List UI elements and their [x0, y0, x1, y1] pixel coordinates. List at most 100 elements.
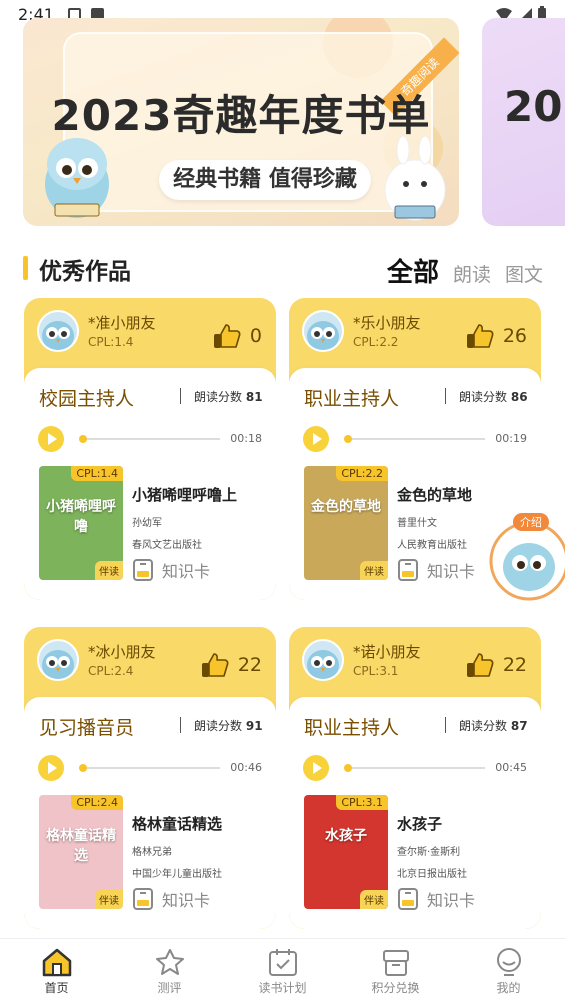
work-card-body: 职业主持人 朗读分数 87 00:45 水孩子 CPL:3.1 伴读 水孩子 查…	[289, 697, 541, 929]
book-cpl-badge: CPL:3.1	[336, 795, 388, 810]
like-count: 26	[502, 325, 527, 347]
audio-progress-track[interactable]	[344, 764, 485, 772]
reading-score: 朗读分数 86	[459, 390, 528, 404]
avatar[interactable]	[302, 310, 344, 352]
like-button[interactable]: 26	[465, 322, 527, 350]
owl-mascot-icon	[45, 138, 109, 218]
play-button[interactable]	[38, 755, 64, 781]
audio-player: 00:18	[38, 426, 262, 452]
nav-home[interactable]: 首页	[0, 939, 113, 1004]
book-cover[interactable]: 小猪唏哩呼噜 CPL:1.4 伴读	[39, 466, 123, 580]
audio-duration: 00:19	[495, 432, 527, 445]
book-title: 金色的草地	[397, 486, 473, 504]
reader-role: 职业主持人	[304, 717, 400, 739]
book-publisher: 中国少年儿童出版社	[132, 869, 222, 880]
work-card[interactable]: *诺小朋友 CPL:3.1 22 职业主持人 朗读分数 87 00:45 水孩子	[289, 627, 541, 929]
companion-read-badge: 伴读	[95, 561, 123, 580]
progress-handle[interactable]	[79, 764, 87, 772]
gift-box-icon	[382, 950, 409, 976]
book-cover[interactable]: 金色的草地 CPL:2.2 伴读	[304, 466, 388, 580]
like-count: 0	[249, 325, 262, 347]
avatar[interactable]	[37, 639, 79, 681]
book-cover[interactable]: 水孩子 CPL:3.1 伴读	[304, 795, 388, 909]
reading-score: 朗读分数 81	[194, 390, 263, 404]
work-card-body: 校园主持人 朗读分数 81 00:18 小猪唏哩呼噜 CPL:1.4 伴读 小猪…	[24, 368, 276, 600]
tab-all[interactable]: 全部	[387, 252, 439, 289]
knowledge-card-button[interactable]: 知识卡	[397, 558, 475, 582]
tab-reading[interactable]: 朗读	[453, 260, 491, 287]
user-cpl: CPL:1.4	[88, 335, 134, 349]
like-button[interactable]: 22	[200, 651, 262, 679]
work-card-body: 见习播音员 朗读分数 91 00:46 格林童话精选 CPL:2.4 伴读 格林…	[24, 697, 276, 929]
like-button[interactable]: 0	[212, 322, 262, 350]
banner-carousel-slide[interactable]: 奇趣阅读 2023奇趣年度书单 经典书籍 值得珍藏	[23, 18, 459, 226]
knowledge-card-button[interactable]: 知识卡	[132, 887, 210, 911]
bottom-navigation: 首页 测评 读书计划 积分兑换 我的	[0, 938, 565, 1004]
knowledge-card-label: 知识卡	[427, 562, 476, 581]
knowledge-card-icon	[398, 559, 418, 581]
reading-score-value: 87	[510, 719, 528, 733]
calendar-icon	[268, 949, 297, 976]
knowledge-card-button[interactable]: 知识卡	[397, 887, 475, 911]
work-card-header: *冰小朋友 CPL:2.4 22	[24, 627, 276, 699]
reader-role: 校园主持人	[39, 388, 135, 410]
like-button[interactable]: 22	[465, 651, 527, 679]
book-cover-text: 水孩子	[325, 828, 367, 844]
banner-subtitle: 经典书籍 值得珍藏	[159, 160, 371, 200]
book-cpl-badge: CPL:2.4	[71, 795, 123, 810]
audio-progress-track[interactable]	[344, 435, 485, 443]
avatar[interactable]	[302, 639, 344, 681]
book-cover[interactable]: 格林童话精选 CPL:2.4 伴读	[39, 795, 123, 909]
play-button[interactable]	[303, 426, 329, 452]
progress-handle[interactable]	[344, 764, 352, 772]
book-title: 小猪唏哩呼噜上	[132, 486, 238, 504]
book-cover-text: 格林童话精选	[46, 828, 116, 864]
progress-handle[interactable]	[79, 435, 87, 443]
audio-progress-track[interactable]	[79, 435, 220, 443]
filter-tabs: 全部 朗读 图文	[387, 252, 543, 289]
reading-score: 朗读分数 91	[194, 719, 263, 733]
banner-next-slide[interactable]: 20	[482, 18, 565, 226]
nav-points-exchange[interactable]: 积分兑换	[339, 939, 452, 1004]
work-card-header: *准小朋友 CPL:1.4 0	[24, 298, 276, 370]
book-cpl-badge: CPL:2.2	[336, 466, 388, 481]
progress-handle[interactable]	[344, 435, 352, 443]
avatar[interactable]	[37, 310, 79, 352]
nav-evaluation[interactable]: 测评	[113, 939, 226, 1004]
book-publisher: 春风文艺出版社	[132, 540, 202, 551]
audio-progress-track[interactable]	[79, 764, 220, 772]
intro-mascot-button[interactable]: 介绍	[483, 505, 565, 601]
home-icon	[42, 948, 71, 977]
nav-reading-plan[interactable]: 读书计划	[226, 939, 339, 1004]
user-cpl: CPL:3.1	[353, 664, 399, 678]
knowledge-card-icon	[133, 888, 153, 910]
book-author: 孙幼军	[132, 518, 162, 529]
tab-illustrated[interactable]: 图文	[505, 260, 543, 287]
user-cpl: CPL:2.2	[353, 335, 399, 349]
work-card[interactable]: *准小朋友 CPL:1.4 0 校园主持人 朗读分数 81 00:18 小猪唏哩…	[24, 298, 276, 600]
book-cpl-badge: CPL:1.4	[71, 466, 123, 481]
like-count: 22	[502, 654, 527, 676]
work-card[interactable]: *冰小朋友 CPL:2.4 22 见习播音员 朗读分数 91 00:46 格林童…	[24, 627, 276, 929]
user-name: *准小朋友	[88, 314, 156, 332]
user-name: *诺小朋友	[353, 643, 421, 661]
book-title: 水孩子	[397, 815, 443, 833]
companion-read-badge: 伴读	[360, 890, 388, 909]
app-screen: 2:41 奇趣阅读 2023奇趣年度书单 经典书籍 值得珍藏 20 优秀作品 全…	[0, 0, 565, 1004]
book-publisher: 北京日报出版社	[397, 869, 467, 880]
reader-role: 见习播音员	[39, 717, 135, 739]
reading-score-value: 86	[510, 390, 528, 404]
audio-player: 00:45	[303, 755, 527, 781]
owl-avatar-icon	[307, 650, 339, 679]
thumbs-up-icon	[201, 653, 229, 677]
knowledge-card-button[interactable]: 知识卡	[132, 558, 210, 582]
knowledge-card-label: 知识卡	[427, 891, 476, 910]
play-button[interactable]	[38, 426, 64, 452]
book-author: 格林兄弟	[132, 847, 172, 858]
play-button[interactable]	[303, 755, 329, 781]
reader-role: 职业主持人	[304, 388, 400, 410]
nav-profile[interactable]: 我的	[452, 939, 565, 1004]
star-icon	[155, 949, 184, 975]
audio-duration: 00:45	[495, 761, 527, 774]
thumbs-up-icon	[213, 324, 241, 348]
